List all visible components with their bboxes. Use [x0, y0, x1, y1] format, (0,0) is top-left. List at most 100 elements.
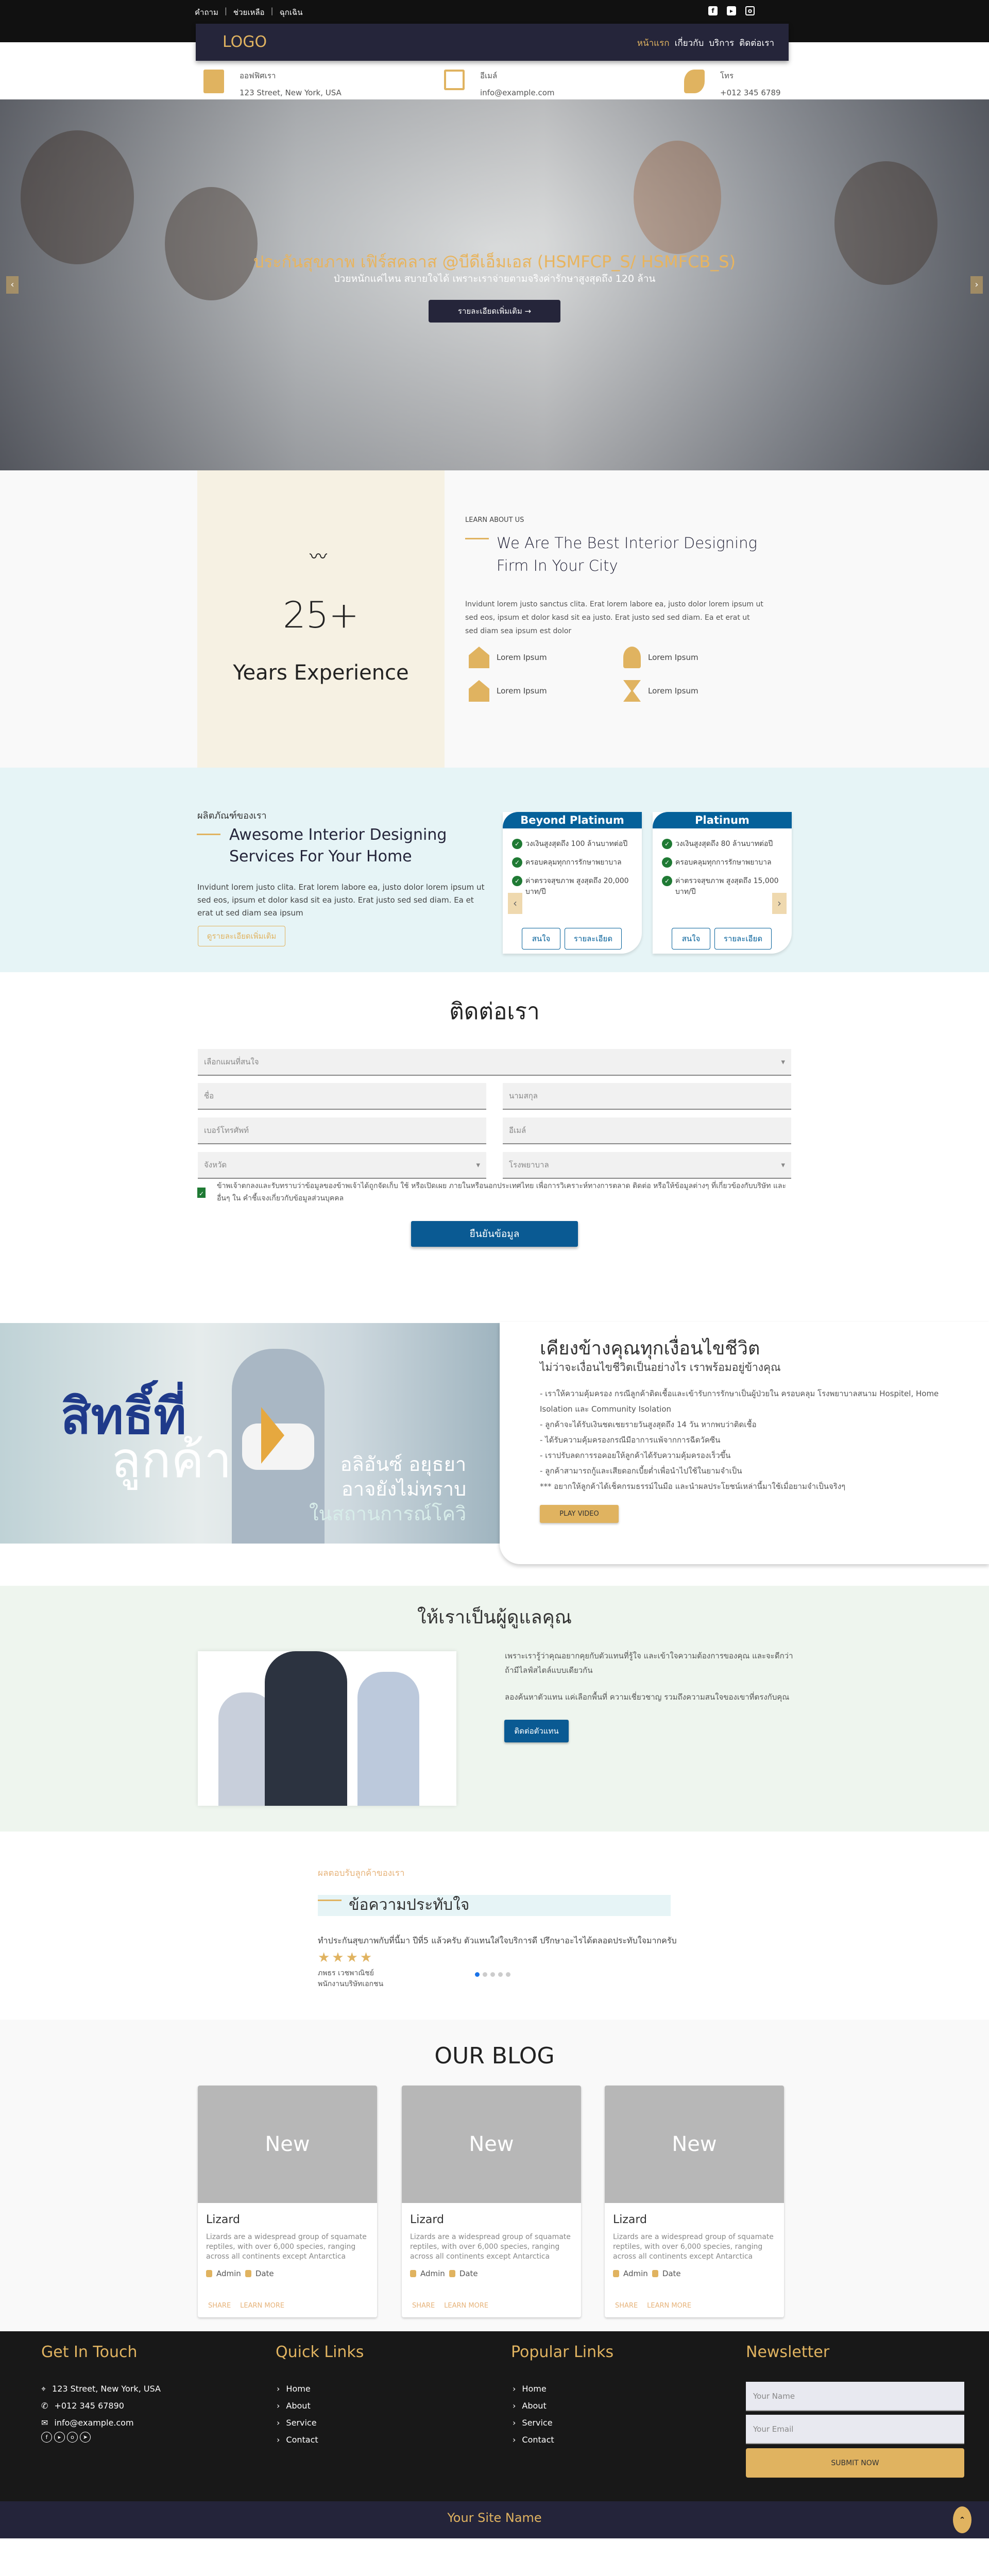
experience-number: 25+	[283, 594, 359, 636]
video-point: *** อยากให้ลูกค้าได้เช็คกรมธรรม์ในมือ แล…	[540, 1482, 846, 1491]
plan-details-button[interactable]: รายละเอียด	[565, 928, 622, 950]
carousel-dot[interactable]	[506, 1972, 510, 1977]
plan-feature: ✓ ครอบคลุมทุกการรักษาพยาบาล	[512, 857, 634, 868]
phone-input[interactable]: เบอร์โทรศัพท์	[198, 1117, 486, 1144]
telegram-icon[interactable]: ➤	[80, 2432, 91, 2443]
blog-card[interactable]: New Lizard Lizards are a widespread grou…	[605, 2086, 784, 2317]
share-link[interactable]: SHARE	[412, 2302, 435, 2310]
caret-down-icon: ▾	[781, 1160, 785, 1170]
youtube-icon[interactable]: ▸	[54, 2432, 65, 2443]
hero-subtitle: ป่วยหนักแค่ไหน สบายใจได้ เพราะเราจ่ายตาม…	[333, 273, 656, 284]
plans-next-arrow-icon[interactable]: ›	[772, 893, 787, 914]
first-name-input[interactable]: ชื่อ	[198, 1083, 486, 1110]
chart-trend-icon: 〰	[310, 547, 327, 567]
consent-checkbox[interactable]: ✓	[197, 1188, 206, 1198]
learn-more-link[interactable]: LEARN MORE	[647, 2302, 691, 2310]
house-icon	[469, 647, 489, 668]
hero-next-arrow-icon[interactable]: ›	[970, 276, 983, 294]
nav-services[interactable]: บริการ	[709, 36, 734, 50]
footer-link[interactable]: › Home	[513, 2380, 554, 2397]
divider: |	[224, 6, 227, 15]
nav-about[interactable]: เกี่ยวกับ	[675, 36, 704, 50]
nav-home[interactable]: หน้าแรก	[637, 36, 670, 50]
blog-excerpt: Lizards are a widespread group of squama…	[410, 2233, 571, 2261]
logo[interactable]: LOGO	[223, 33, 267, 51]
footer-link[interactable]: › Service	[513, 2414, 554, 2431]
top-link-help[interactable]: ช่วยเหลือ	[233, 6, 265, 19]
footer-link[interactable]: › Contact	[277, 2431, 318, 2448]
plan-details-button[interactable]: รายละเอียด	[714, 928, 772, 950]
facebook-icon[interactable]: f	[41, 2432, 52, 2443]
carousel-dot[interactable]	[490, 1972, 495, 1977]
nav-contact[interactable]: ติดต่อเรา	[739, 36, 774, 50]
blog-post-title[interactable]: Lizard	[410, 2213, 581, 2226]
building-icon	[203, 70, 224, 93]
calendar-icon	[449, 2270, 455, 2277]
check-circle-icon: ✓	[662, 876, 672, 886]
products-section	[0, 768, 989, 972]
agent-text: เพราะเรารู้ว่าคุณอยากคุยกับตัวแทนที่รู้ใ…	[505, 1651, 793, 1675]
footer-link[interactable]: › Service	[277, 2414, 318, 2431]
envelope-icon	[444, 70, 465, 90]
plan-feature: ✓ ค่าตรวจสุขภาพ สูงสุดถึง 15,000 บาท/ปี	[662, 876, 783, 897]
play-icon[interactable]	[261, 1407, 284, 1464]
plan-select[interactable]: เลือกแผนที่สนใจ ▾	[198, 1049, 791, 1076]
info-label: อีเมล์	[480, 71, 498, 80]
phone-icon: ✆	[41, 2401, 48, 2411]
newsletter-email-input[interactable]	[746, 2415, 964, 2444]
plan-interest-button[interactable]: สนใจ	[522, 928, 560, 950]
feature-item: Lorem Ipsum	[469, 647, 547, 668]
carousel-dot[interactable]	[483, 1972, 487, 1977]
location-pin-icon: ⌖	[41, 2384, 46, 2394]
blog-excerpt: Lizards are a widespread group of squama…	[613, 2233, 774, 2261]
hospital-select[interactable]: โรงพยาบาล ▾	[503, 1152, 791, 1179]
instagram-icon[interactable]: o	[745, 6, 755, 15]
footer-link[interactable]: › Contact	[513, 2431, 554, 2448]
hero-more-button[interactable]: รายละเอียดเพิ่มเติม →	[429, 300, 560, 323]
youtube-icon[interactable]: ▸	[727, 6, 736, 15]
blog-card[interactable]: New Lizard Lizards are a widespread grou…	[402, 2086, 581, 2317]
products-more-button[interactable]: ดูรายละเอียดเพิ่มเติม	[198, 926, 285, 946]
footer-link[interactable]: › About	[277, 2397, 318, 2414]
blog-card[interactable]: New Lizard Lizards are a widespread grou…	[198, 2086, 377, 2317]
carousel-dots	[475, 1972, 510, 1977]
footer-link[interactable]: › Home	[277, 2380, 318, 2397]
learn-more-link[interactable]: LEARN MORE	[240, 2302, 284, 2310]
submit-button[interactable]: ยืนยันข้อมูล	[411, 1221, 578, 1247]
back-to-top-icon[interactable]: ⌃	[953, 2506, 971, 2533]
email-input[interactable]: อีเมล์	[503, 1117, 791, 1144]
chevron-right-icon: ›	[277, 2401, 280, 2411]
instagram-icon[interactable]: o	[67, 2432, 78, 2443]
contact-agent-button[interactable]: ติดต่อตัวแทน	[504, 1720, 569, 1742]
facebook-icon[interactable]: f	[708, 6, 718, 15]
hero-prev-arrow-icon[interactable]: ‹	[6, 276, 19, 294]
top-link-faq[interactable]: คำถาม	[195, 6, 218, 19]
carousel-dot[interactable]	[498, 1972, 503, 1977]
info-phone: โทร +012 345 6789	[684, 70, 781, 97]
learn-more-link[interactable]: LEARN MORE	[444, 2302, 488, 2310]
province-select[interactable]: จังหวัด ▾	[198, 1152, 486, 1179]
top-link-emergency[interactable]: ฉุกเฉิน	[280, 6, 303, 19]
play-video-button[interactable]: PLAY VIDEO	[540, 1505, 619, 1523]
top-social: f ▸ o	[708, 6, 755, 15]
video-point: - เราให้ความคุ้มครอง กรณีลูกค้าติดเชื้อแ…	[540, 1389, 939, 1414]
footer-heading: Get In Touch	[41, 2343, 138, 2361]
share-link[interactable]: SHARE	[615, 2302, 638, 2310]
blog-post-title[interactable]: Lizard	[206, 2213, 377, 2226]
video-thumbnail[interactable]: สิทธิ์ที่ ลูกค้า อลิอันซ์ อยุธยา อาจยังไม…	[0, 1323, 500, 1544]
last-name-input[interactable]: นามสกุล	[503, 1083, 791, 1110]
main-nav: LOGO หน้าแรก เกี่ยวกับ บริการ ติดต่อเรา	[196, 24, 789, 61]
share-link[interactable]: SHARE	[208, 2302, 231, 2310]
popular-links: › Home › About › Service › Contact	[513, 2380, 554, 2448]
footer-link[interactable]: › About	[513, 2397, 554, 2414]
newsletter-submit-button[interactable]: SUBMIT NOW	[746, 2448, 964, 2478]
newsletter-name-input[interactable]	[746, 2382, 964, 2411]
footer-social: f ▸ o ➤	[41, 2432, 91, 2443]
head-gear-icon	[623, 647, 641, 668]
blog-post-title[interactable]: Lizard	[613, 2213, 784, 2226]
info-value: info@example.com	[480, 88, 555, 97]
hourglass-icon	[623, 680, 641, 702]
carousel-dot[interactable]	[475, 1972, 480, 1977]
plan-interest-button[interactable]: สนใจ	[672, 928, 710, 950]
plans-prev-arrow-icon[interactable]: ‹	[508, 893, 522, 914]
